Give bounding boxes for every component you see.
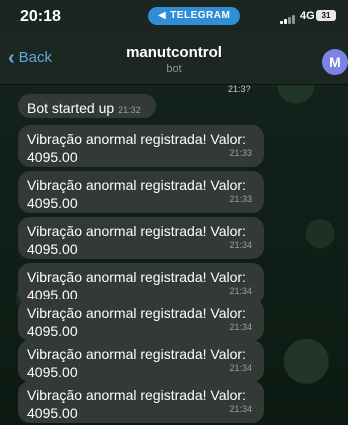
message-bubble[interactable]: Vibração anormal registrada! Valor: 4095… [18,171,264,213]
status-time: 20:18 [20,8,61,25]
message-text: Vibração anormal registrada! Valor: 4095… [27,177,246,211]
app-pill-label: TELEGRAM [170,10,231,21]
message-time: 21:34 [229,286,252,296]
message-time-partial: 21:3? [228,84,251,94]
message-bubble[interactable]: Vibração anormal registrada! Valor: 4095… [18,217,264,259]
message-time: 21:32 [118,105,141,115]
chat-header: ‹ Back manutcontrol bot M [0,34,348,85]
paper-plane-icon: ◀ [158,10,167,21]
network-label: 4G [300,10,315,22]
message-time: 21:34 [229,322,252,332]
message-bubble[interactable]: Vibração anormal registrada! Valor: 4095… [18,381,264,423]
telegram-return-pill[interactable]: ◀ TELEGRAM [148,7,241,25]
battery-icon: 31 [316,10,336,21]
signal-icon [280,14,298,24]
status-bar: 20:18 ◀ TELEGRAM 4G 31 [0,0,348,34]
message-bubble[interactable]: Vibração anormal registrada! Valor: 4095… [18,299,264,341]
chat-subtitle: bot [166,63,182,75]
message-text: Vibração anormal registrada! Valor: 4095… [27,131,246,165]
message-time: 21:34 [229,404,252,414]
message-time: 21:34 [229,363,252,373]
message-text: Bot started up [27,100,115,116]
message-time: 21:34 [229,240,252,250]
message-text: Vibração anormal registrada! Valor: 4095… [27,305,246,339]
message-time: 21:33 [229,194,252,204]
avatar[interactable]: M [322,49,348,75]
message-text: Vibração anormal registrada! Valor: 4095… [27,269,246,303]
message-bubble[interactable]: Vibração anormal registrada! Valor: 4095… [18,125,264,167]
message-text: Vibração anormal registrada! Valor: 4095… [27,346,246,380]
message-text: Vibração anormal registrada! Valor: 4095… [27,223,246,257]
chat-title[interactable]: manutcontrol [0,44,348,61]
message-text: Vibração anormal registrada! Valor: 4095… [27,387,246,421]
message-bubble[interactable]: Bot started up 21:32 [18,94,156,118]
message-time: 21:33 [229,148,252,158]
message-bubble[interactable]: Vibração anormal registrada! Valor: 4095… [18,340,264,382]
